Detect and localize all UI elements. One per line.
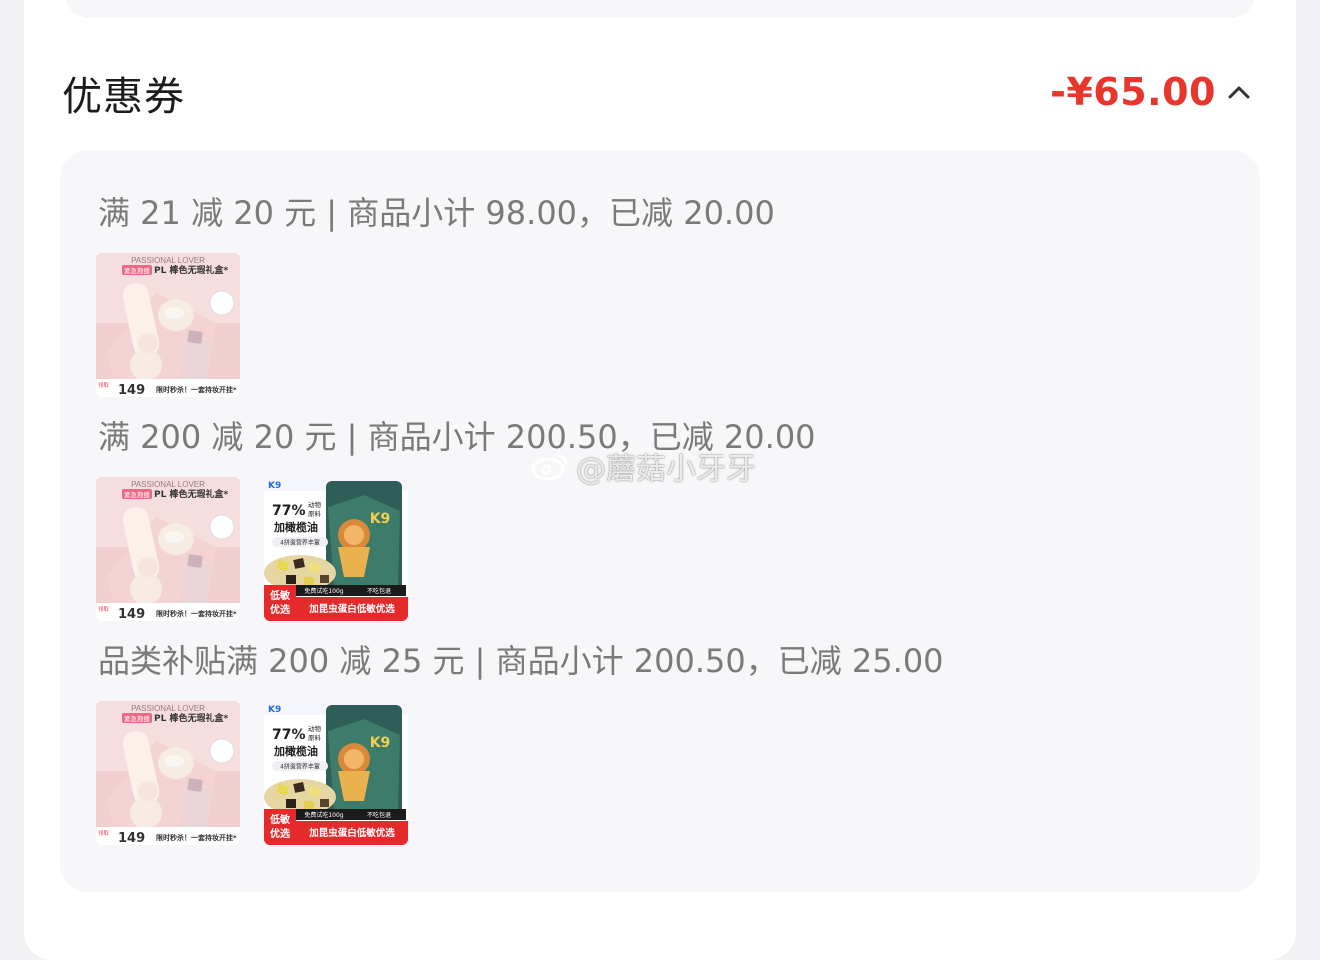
svg-text:紧急救援: 紧急救援 [124, 266, 151, 275]
svg-text:77%: 77% [272, 503, 306, 519]
svg-text:优选: 优选 [270, 603, 290, 616]
svg-text:149: 149 [118, 383, 145, 397]
svg-text:PASSIONAL LOVER: PASSIONAL LOVER [131, 704, 205, 713]
coupon-total-toggle[interactable]: -¥65.00 [1050, 70, 1250, 114]
weibo-logo-icon [531, 453, 568, 481]
coupon-detail-panel [60, 150, 1260, 892]
svg-text:紧急救援: 紧急救援 [124, 714, 151, 723]
svg-text:动物: 动物 [308, 500, 322, 509]
svg-text:加橄榄油: 加橄榄油 [273, 520, 318, 534]
svg-text:4拼蛋营养丰富: 4拼蛋营养丰富 [280, 763, 320, 771]
previous-section-panel [64, 0, 1256, 18]
product-thumbnail-cosmetics[interactable]: PASSIONAL LOVER 紧急救援 PL 棒色无瑕礼盒* 领取 149 限… [96, 701, 240, 845]
svg-text:PL 棒色无瑕礼盒*: PL 棒色无瑕礼盒* [154, 488, 228, 500]
svg-text:77%: 77% [272, 727, 306, 743]
product-thumbnail-cosmetics[interactable]: PASSIONAL LOVER 紧急救援 PL 棒色无瑕礼盒* 领取 149 限… [96, 477, 240, 621]
svg-text:K9: K9 [268, 481, 281, 491]
svg-text:4拼蛋营养丰富: 4拼蛋营养丰富 [280, 539, 320, 547]
svg-text:不吃包退: 不吃包退 [367, 811, 391, 819]
svg-text:PL 棒色无瑕礼盒*: PL 棒色无瑕礼盒* [154, 264, 228, 276]
svg-text:优选: 优选 [270, 827, 290, 840]
watermark: @蘑菇小牙牙 [530, 444, 756, 488]
svg-text:领取: 领取 [98, 605, 110, 613]
watermark-text: @蘑菇小牙牙 [576, 452, 756, 487]
svg-text:领取: 领取 [98, 829, 110, 837]
coupon-section-title: 优惠券 [62, 74, 185, 120]
svg-text:免费试吃100g: 免费试吃100g [304, 587, 343, 595]
svg-text:加昆虫蛋白低敏优选: 加昆虫蛋白低敏优选 [308, 603, 395, 615]
coupon-group-3-label: 品类补贴满 200 减 25 元 | 商品小计 200.50，已减 25.00 [98, 642, 944, 680]
svg-text:原料: 原料 [308, 733, 322, 742]
product-thumbnail-cosmetics[interactable]: PASSIONAL LOVER 紧急救援 PL 棒色无瑕礼盒* 领取 149 限… [96, 253, 240, 397]
svg-text:原料: 原料 [308, 509, 322, 518]
svg-text:PL 棒色无瑕礼盒*: PL 棒色无瑕礼盒* [154, 712, 228, 724]
svg-text:PASSIONAL LOVER: PASSIONAL LOVER [131, 256, 205, 265]
product-thumbnail-pet-food[interactable]: K9 K9 77% 动物 原料 加橄榄油 4拼蛋营养丰富 免费试吃100g 不吃… [264, 701, 408, 845]
product-thumbnail-pet-food[interactable]: K9 K9 77% 动物 原料 加橄榄油 4拼蛋营养丰富 免费试吃100g 不吃… [264, 477, 408, 621]
svg-text:K9: K9 [268, 705, 281, 715]
svg-text:低敏: 低敏 [269, 813, 290, 826]
svg-text:149: 149 [118, 607, 145, 621]
svg-text:加昆虫蛋白低敏优选: 加昆虫蛋白低敏优选 [308, 827, 395, 839]
svg-text:限时秒杀！一套持妆开挂*: 限时秒杀！一套持妆开挂* [156, 833, 237, 842]
svg-text:K9: K9 [370, 735, 391, 751]
svg-text:加橄榄油: 加橄榄油 [273, 744, 318, 758]
coupon-group-1-label: 满 21 减 20 元 | 商品小计 98.00，已减 20.00 [98, 194, 775, 232]
svg-text:不吃包退: 不吃包退 [367, 587, 391, 595]
svg-text:紧急救援: 紧急救援 [124, 490, 151, 499]
svg-text:低敏: 低敏 [269, 589, 290, 602]
svg-text:149: 149 [118, 831, 145, 845]
svg-text:免费试吃100g: 免费试吃100g [304, 811, 343, 819]
coupon-total-amount: -¥65.00 [1050, 70, 1216, 114]
svg-text:领取: 领取 [98, 381, 110, 389]
svg-text:限时秒杀！一套持妆开挂*: 限时秒杀！一套持妆开挂* [156, 385, 237, 394]
svg-text:限时秒杀！一套持妆开挂*: 限时秒杀！一套持妆开挂* [156, 609, 237, 618]
svg-text:动物: 动物 [308, 724, 322, 733]
chevron-up-icon [1228, 86, 1250, 99]
svg-text:PASSIONAL LOVER: PASSIONAL LOVER [131, 480, 205, 489]
svg-text:K9: K9 [370, 511, 391, 527]
